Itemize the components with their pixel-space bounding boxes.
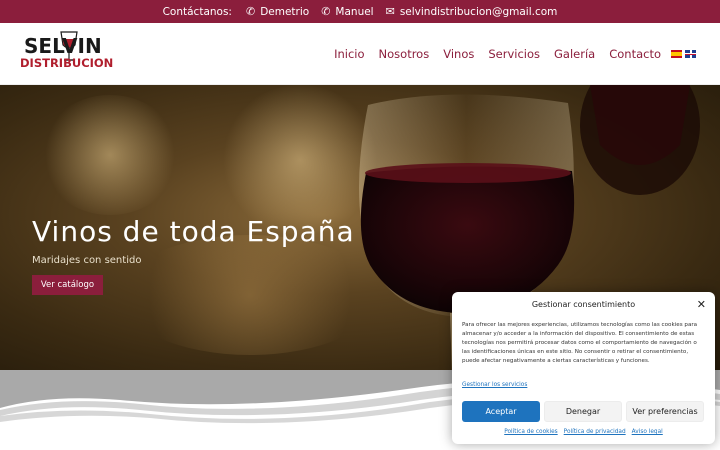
nav-item-nosotros[interactable]: Nosotros: [379, 47, 430, 61]
email-label: selvindistribucion@gmail.com: [399, 5, 558, 18]
nav-item-vinos[interactable]: Vinos: [443, 47, 474, 61]
consent-actions: Aceptar Denegar Ver preferencias: [462, 401, 704, 422]
close-icon[interactable]: ✕: [697, 299, 706, 310]
email-link[interactable]: ✉ selvindistribucion@gmail.com: [386, 5, 558, 18]
privacy-policy-link[interactable]: Política de privacidad: [564, 429, 626, 435]
phone-manuel-label: Manuel: [335, 5, 374, 18]
nav-item-contacto[interactable]: Contacto: [609, 47, 661, 61]
hero-subtitle: Maridajes con sentido: [32, 255, 142, 266]
accept-button[interactable]: Aceptar: [462, 401, 540, 422]
consent-footer-links: Política de cookies Política de privacid…: [452, 429, 715, 435]
legal-notice-link[interactable]: Aviso legal: [632, 429, 663, 435]
phone-manuel-link[interactable]: ✆ Manuel: [321, 5, 373, 18]
phone-demetrio-link[interactable]: ✆ Demetrio: [246, 5, 309, 18]
language-switcher: [671, 50, 696, 58]
phone-icon: ✆: [245, 5, 256, 18]
deny-button[interactable]: Denegar: [544, 401, 622, 422]
cookie-consent-dialog: Gestionar consentimiento ✕ Para ofrecer …: [452, 292, 715, 444]
phone-demetrio-label: Demetrio: [260, 5, 310, 18]
site-header: SELVIN DISTRIBUCION Inicio Nosotros Vino…: [0, 23, 720, 85]
consent-description: Para ofrecer las mejores experiencias, u…: [462, 322, 698, 364]
envelope-icon: ✉: [385, 5, 395, 18]
contact-label: Contáctanos:: [162, 5, 232, 18]
main-nav: Inicio Nosotros Vinos Servicios Galería …: [334, 23, 696, 85]
hero-title: Vinos de toda España: [32, 215, 355, 248]
consent-title: Gestionar consentimiento: [531, 300, 636, 309]
view-catalog-button[interactable]: Ver catálogo: [32, 275, 103, 295]
spanish-flag-icon[interactable]: [671, 50, 682, 58]
nav-item-servicios[interactable]: Servicios: [488, 47, 540, 61]
cookie-policy-link[interactable]: Política de cookies: [504, 429, 557, 435]
background-bokeh: [40, 95, 180, 215]
nav-item-galeria[interactable]: Galería: [554, 47, 595, 61]
nav-item-inicio[interactable]: Inicio: [334, 47, 364, 61]
phone-icon: ✆: [321, 5, 331, 18]
contact-bar: Contáctanos: ✆ Demetrio ✆ Manuel ✉ selvi…: [0, 0, 720, 23]
logo-line-2: DISTRIBUCION: [20, 56, 114, 70]
english-flag-icon[interactable]: [685, 50, 696, 58]
manage-services-link[interactable]: Gestionar los servicios: [462, 382, 527, 388]
site-logo[interactable]: SELVIN DISTRIBUCION: [20, 30, 114, 78]
view-preferences-button[interactable]: Ver preferencias: [626, 401, 704, 422]
logo-line-1: SELVIN: [24, 34, 102, 58]
